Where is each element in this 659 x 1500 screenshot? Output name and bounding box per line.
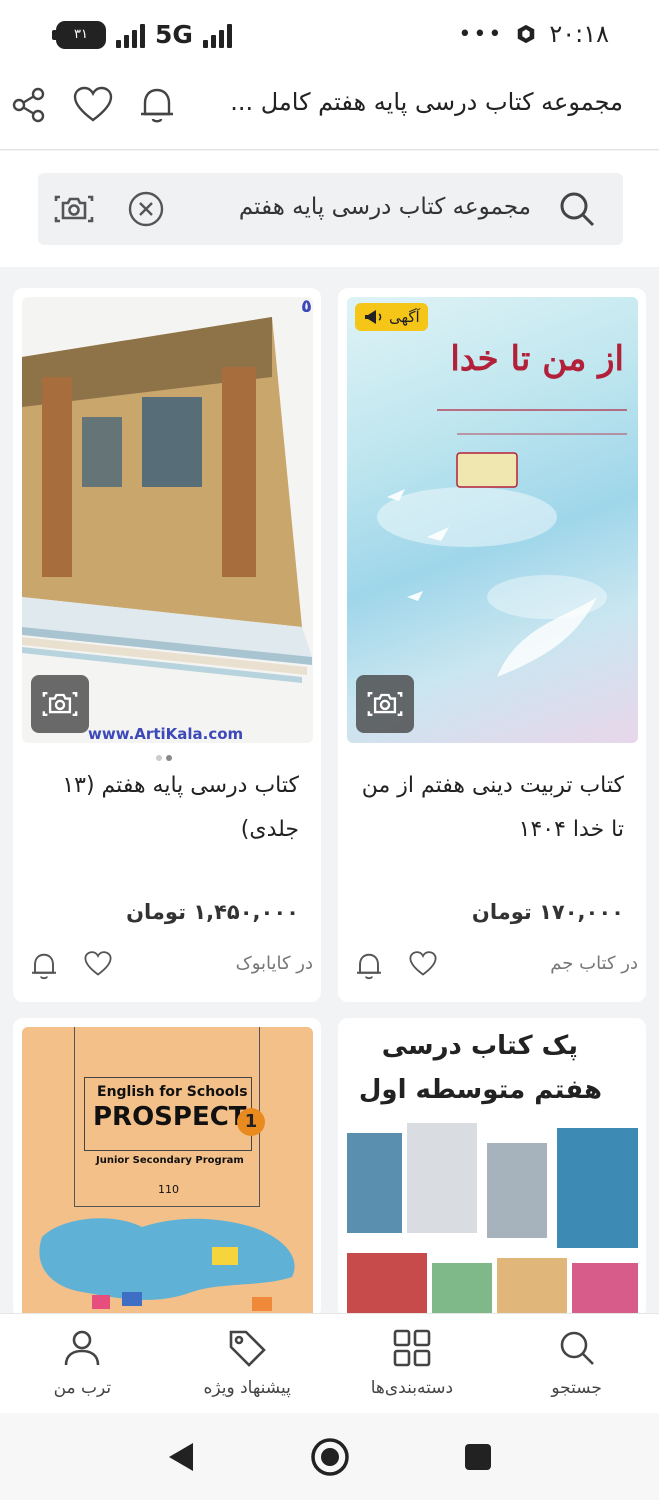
back-icon[interactable] [167,1441,197,1473]
product-image[interactable]: پک کتاب درسی هفتم متوسطه اول [347,1027,638,1318]
search-query: مجموعه کتاب درسی پایه هفتم [238,194,531,220]
product-title[interactable]: کتاب تربیت دینی هفتم از من تا خدا ۱۴۰۴ [354,764,624,852]
recents-icon[interactable] [464,1443,492,1471]
top-header: مجموعه کتاب درسی پایه هفتم کامل ... [0,70,659,150]
product-image[interactable]: English for Schools PROSPECT 1 Junior Se… [22,1027,313,1318]
search-icon [560,192,595,227]
bell-icon[interactable] [29,950,59,982]
search-icon [560,1331,594,1365]
battery-icon: ۳۱ [52,20,106,49]
product-card[interactable]: پک کتاب درسی هفتم متوسطه اول [338,1018,646,1318]
book-collage-art [347,1123,638,1318]
cover-program: Junior Secondary Program [96,1155,244,1166]
status-right: ••• ۲۰:۱۸ [458,20,609,48]
page-title: مجموعه کتاب درسی پایه هفتم کامل ... [230,88,623,116]
cover-subtitle: English for Schools [97,1084,248,1100]
network-type: 5G [155,20,193,49]
product-image[interactable]: www.ArtiKala.com [22,297,313,743]
nav-label: ترب من [53,1378,112,1398]
ad-badge: آگهی [355,303,428,331]
tag-icon [229,1330,266,1367]
clock: ۲۰:۱۸ [549,20,609,48]
card-actions [354,950,438,982]
product-image[interactable]: از من تا خدا آگهی [347,297,638,743]
system-nav-bar [0,1413,659,1500]
camera-search-icon [42,692,78,716]
nav-label: دسته‌بندی‌ها [370,1378,454,1398]
cover-number: 1 [237,1108,265,1136]
corner-mark: ٥ [301,296,312,317]
nav-search[interactable]: جستجو [494,1314,659,1413]
cover-title-box: English for Schools PROSPECT 1 [84,1077,265,1151]
app-hex-icon [518,24,535,44]
nav-label: پیشنهاد ویژه [203,1378,291,1398]
heart-icon[interactable] [72,84,114,126]
product-card[interactable]: از من تا خدا آگهی کتاب تربیت دینی هفتم ا… [338,288,646,1002]
product-card[interactable]: English for Schools PROSPECT 1 Junior Se… [13,1018,321,1318]
camera-search-icon[interactable] [52,189,96,229]
megaphone-icon [365,310,382,324]
status-bar: ۳۱ 5G ••• ۲۰:۱۸ [0,0,659,70]
image-pager-dots [156,755,172,761]
heart-icon[interactable] [83,950,113,978]
watermark: www.ArtiKala.com [88,725,244,743]
cover-line-2: هفتم متوسطه اول [358,1075,602,1105]
product-title[interactable]: کتاب درسی پایه هفتم (۱۳ جلدی) [29,764,299,852]
status-left: ۳۱ 5G [52,20,232,49]
product-seller: در کایابوک [235,953,313,974]
nav-profile[interactable]: ترب من [0,1314,165,1413]
visual-search-button[interactable] [31,675,89,733]
ad-label: آگهی [389,308,420,326]
more-dots-icon: ••• [458,21,504,47]
bell-icon[interactable] [136,84,178,126]
home-icon[interactable] [310,1437,350,1477]
bell-icon[interactable] [354,950,384,982]
header-actions [8,84,178,126]
product-price: ۱,۴۵۰,۰۰۰ تومان [126,900,299,924]
signal-icon-2 [202,22,232,48]
share-icon[interactable] [8,84,50,126]
bottom-nav: جستجو دسته‌بندی‌ها پیشنهاد ویژه ترب من [0,1313,659,1413]
camera-search-icon [367,692,403,716]
battery-level: ۳۱ [74,27,88,42]
clear-icon[interactable] [128,191,164,227]
nav-categories[interactable]: دسته‌بندی‌ها [330,1314,495,1413]
heart-icon[interactable] [408,950,438,978]
signal-icon [116,22,145,48]
world-map-art [39,1218,295,1311]
product-price: ۱۷۰,۰۰۰ تومان [471,900,624,924]
user-icon [65,1330,100,1366]
cover-line-1: پک کتاب درسی [381,1031,578,1061]
nav-label: جستجو [551,1378,602,1398]
product-card[interactable]: www.ArtiKala.com ٥ کتاب درسی پایه هفتم (… [13,288,321,1002]
product-seller: در کتاب جم [550,953,638,974]
cover-title: PROSPECT [93,1102,247,1132]
search-section: مجموعه کتاب درسی پایه هفتم [0,151,659,267]
card-actions [29,950,113,982]
cover-code: 110 [158,1183,179,1196]
grid-icon [393,1329,431,1367]
cover-title: از من تا خدا [450,339,624,379]
search-input[interactable]: مجموعه کتاب درسی پایه هفتم [38,173,623,245]
visual-search-button[interactable] [356,675,414,733]
nav-special-offers[interactable]: پیشنهاد ویژه [165,1314,330,1413]
